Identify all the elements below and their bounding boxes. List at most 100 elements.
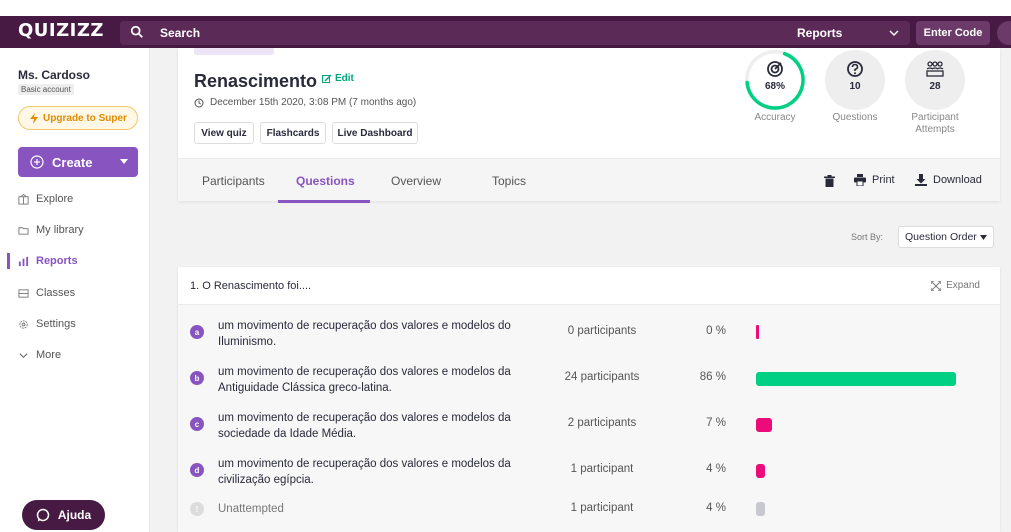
participants-value: 28 — [929, 81, 941, 92]
tab-participants[interactable]: Participants — [202, 174, 265, 188]
upgrade-button[interactable]: Upgrade to Super — [18, 106, 138, 130]
tab-topics[interactable]: Topics — [492, 174, 526, 188]
option-text: um movimento de recuperação dos valores … — [218, 366, 511, 394]
option-participants: 1 participant — [570, 463, 634, 475]
participants-stat: 28 Participant Attempts — [900, 50, 970, 136]
chevron-down-icon — [19, 352, 28, 358]
option-bar — [756, 372, 956, 386]
option-text: um movimento de recuperação dos valores … — [218, 320, 511, 348]
question-title: 1. O Renascimento foi.... — [190, 280, 312, 292]
chat-bubble-icon — [36, 508, 50, 522]
participants-circle: 28 — [905, 50, 965, 110]
unattempted-icon: ! — [190, 502, 204, 516]
option-bar — [756, 325, 759, 339]
option-participants: 1 participant — [570, 502, 634, 514]
option-percent: 7 % — [706, 417, 726, 429]
accuracy-label: Accuracy — [754, 112, 796, 123]
download-button[interactable]: Download — [915, 174, 982, 186]
caret-down-icon — [980, 235, 987, 240]
sidebar-item-label: Reports — [36, 255, 78, 267]
search-label: Search — [160, 26, 201, 40]
date-text: December 15th 2020, 3:08 PM (7 months ag… — [210, 97, 417, 108]
account-badge: Basic account — [18, 84, 74, 95]
participants-icon — [926, 61, 944, 77]
option-percent: 4 % — [706, 463, 726, 475]
sort-select[interactable]: Question Order — [898, 226, 994, 248]
edit-label: Edit — [335, 73, 354, 84]
sort-label: Sort By: — [851, 232, 884, 242]
clock-icon — [194, 98, 204, 107]
participants-label: Participant Attempts — [911, 112, 959, 135]
sidebar-item-reports[interactable]: Reports — [18, 253, 78, 269]
teacher-name: Ms. Cardoso — [18, 68, 91, 82]
top-strip — [0, 0, 1011, 16]
accuracy-stat: 68% Accuracy — [744, 50, 806, 124]
accuracy-value: 68% — [764, 81, 785, 92]
option-percent: 0 % — [706, 325, 726, 337]
quiz-type-tag — [194, 48, 274, 55]
option-bar — [756, 464, 766, 478]
option-participants: 24 participants — [564, 371, 640, 383]
sidebar-item-my-library[interactable]: My library — [18, 222, 84, 238]
sidebar-item-label: Explore — [36, 193, 74, 205]
create-label: Create — [52, 154, 93, 170]
option-bar — [756, 418, 773, 432]
trash-icon[interactable] — [824, 175, 835, 187]
quizizz-logo[interactable]: QUIZIZZ — [18, 20, 104, 41]
sidebar-item-explore[interactable]: Explore — [18, 191, 73, 207]
search-icon — [130, 25, 143, 38]
active-indicator — [7, 253, 10, 269]
option-participants: 2 participants — [567, 417, 637, 429]
flashcards-button[interactable]: Flashcards — [260, 122, 326, 144]
edit-link[interactable]: Edit — [322, 73, 354, 84]
printer-icon — [854, 174, 866, 186]
reports-icon — [18, 256, 29, 266]
option-text: um movimento de recuperação dos valores … — [218, 458, 511, 486]
explore-icon — [18, 193, 29, 205]
sidebar-item-classes[interactable]: Classes — [18, 285, 75, 301]
edit-icon — [322, 73, 332, 83]
sidebar-item-label: Settings — [36, 318, 76, 330]
sort-value: Question Order — [905, 231, 977, 243]
option-bar-track — [756, 502, 956, 516]
create-button[interactable]: Create — [18, 147, 138, 177]
expand-icon — [931, 280, 942, 291]
questions-stat: 10 Questions — [824, 50, 886, 124]
report-header-card: Renascimento Edit December 15th 2020, 3:… — [178, 48, 1000, 203]
live-dashboard-button[interactable]: Live Dashboard — [332, 122, 418, 144]
help-label: Ajuda — [57, 508, 92, 522]
question-header: 1. O Renascimento foi.... Expand — [178, 267, 1000, 305]
expand-button[interactable]: Expand — [931, 280, 980, 291]
option-bar — [756, 502, 766, 516]
sidebar-item-more[interactable]: More — [18, 347, 61, 363]
option-percent: 86 % — [699, 371, 726, 383]
sidebar-item-label: My library — [36, 224, 84, 236]
download-label: Download — [933, 174, 982, 186]
questions-label: Questions — [832, 112, 878, 123]
view-quiz-button[interactable]: View quiz — [194, 122, 254, 144]
gear-icon — [19, 319, 28, 329]
print-label: Print — [872, 174, 895, 186]
question-icon — [847, 61, 863, 77]
print-button[interactable]: Print — [854, 174, 895, 186]
chevron-down-icon[interactable] — [889, 29, 899, 37]
option-participants: 0 participants — [567, 325, 637, 337]
reports-select[interactable]: Reports — [797, 26, 842, 40]
option-bar-track — [756, 325, 956, 339]
questions-circle: 10 — [825, 50, 885, 110]
question-card: 1. O Renascimento foi.... Expand a um mo… — [178, 267, 1000, 532]
folder-icon — [18, 226, 29, 235]
option-letter: c — [190, 417, 204, 431]
questions-value: 10 — [849, 81, 861, 92]
tab-questions[interactable]: Questions — [296, 174, 355, 188]
upgrade-label: Upgrade to Super — [43, 112, 127, 124]
active-tab-underline — [278, 200, 370, 203]
search-input[interactable]: Search — [120, 21, 910, 45]
help-button[interactable]: Ajuda — [22, 500, 105, 530]
sidebar-item-settings[interactable]: Settings — [18, 316, 76, 332]
enter-code-button[interactable]: Enter Code — [916, 21, 990, 45]
option-text: um movimento de recuperação dos valores … — [218, 412, 511, 440]
tab-overview[interactable]: Overview — [391, 174, 441, 188]
option-letter: b — [190, 371, 204, 385]
download-icon — [915, 174, 927, 186]
